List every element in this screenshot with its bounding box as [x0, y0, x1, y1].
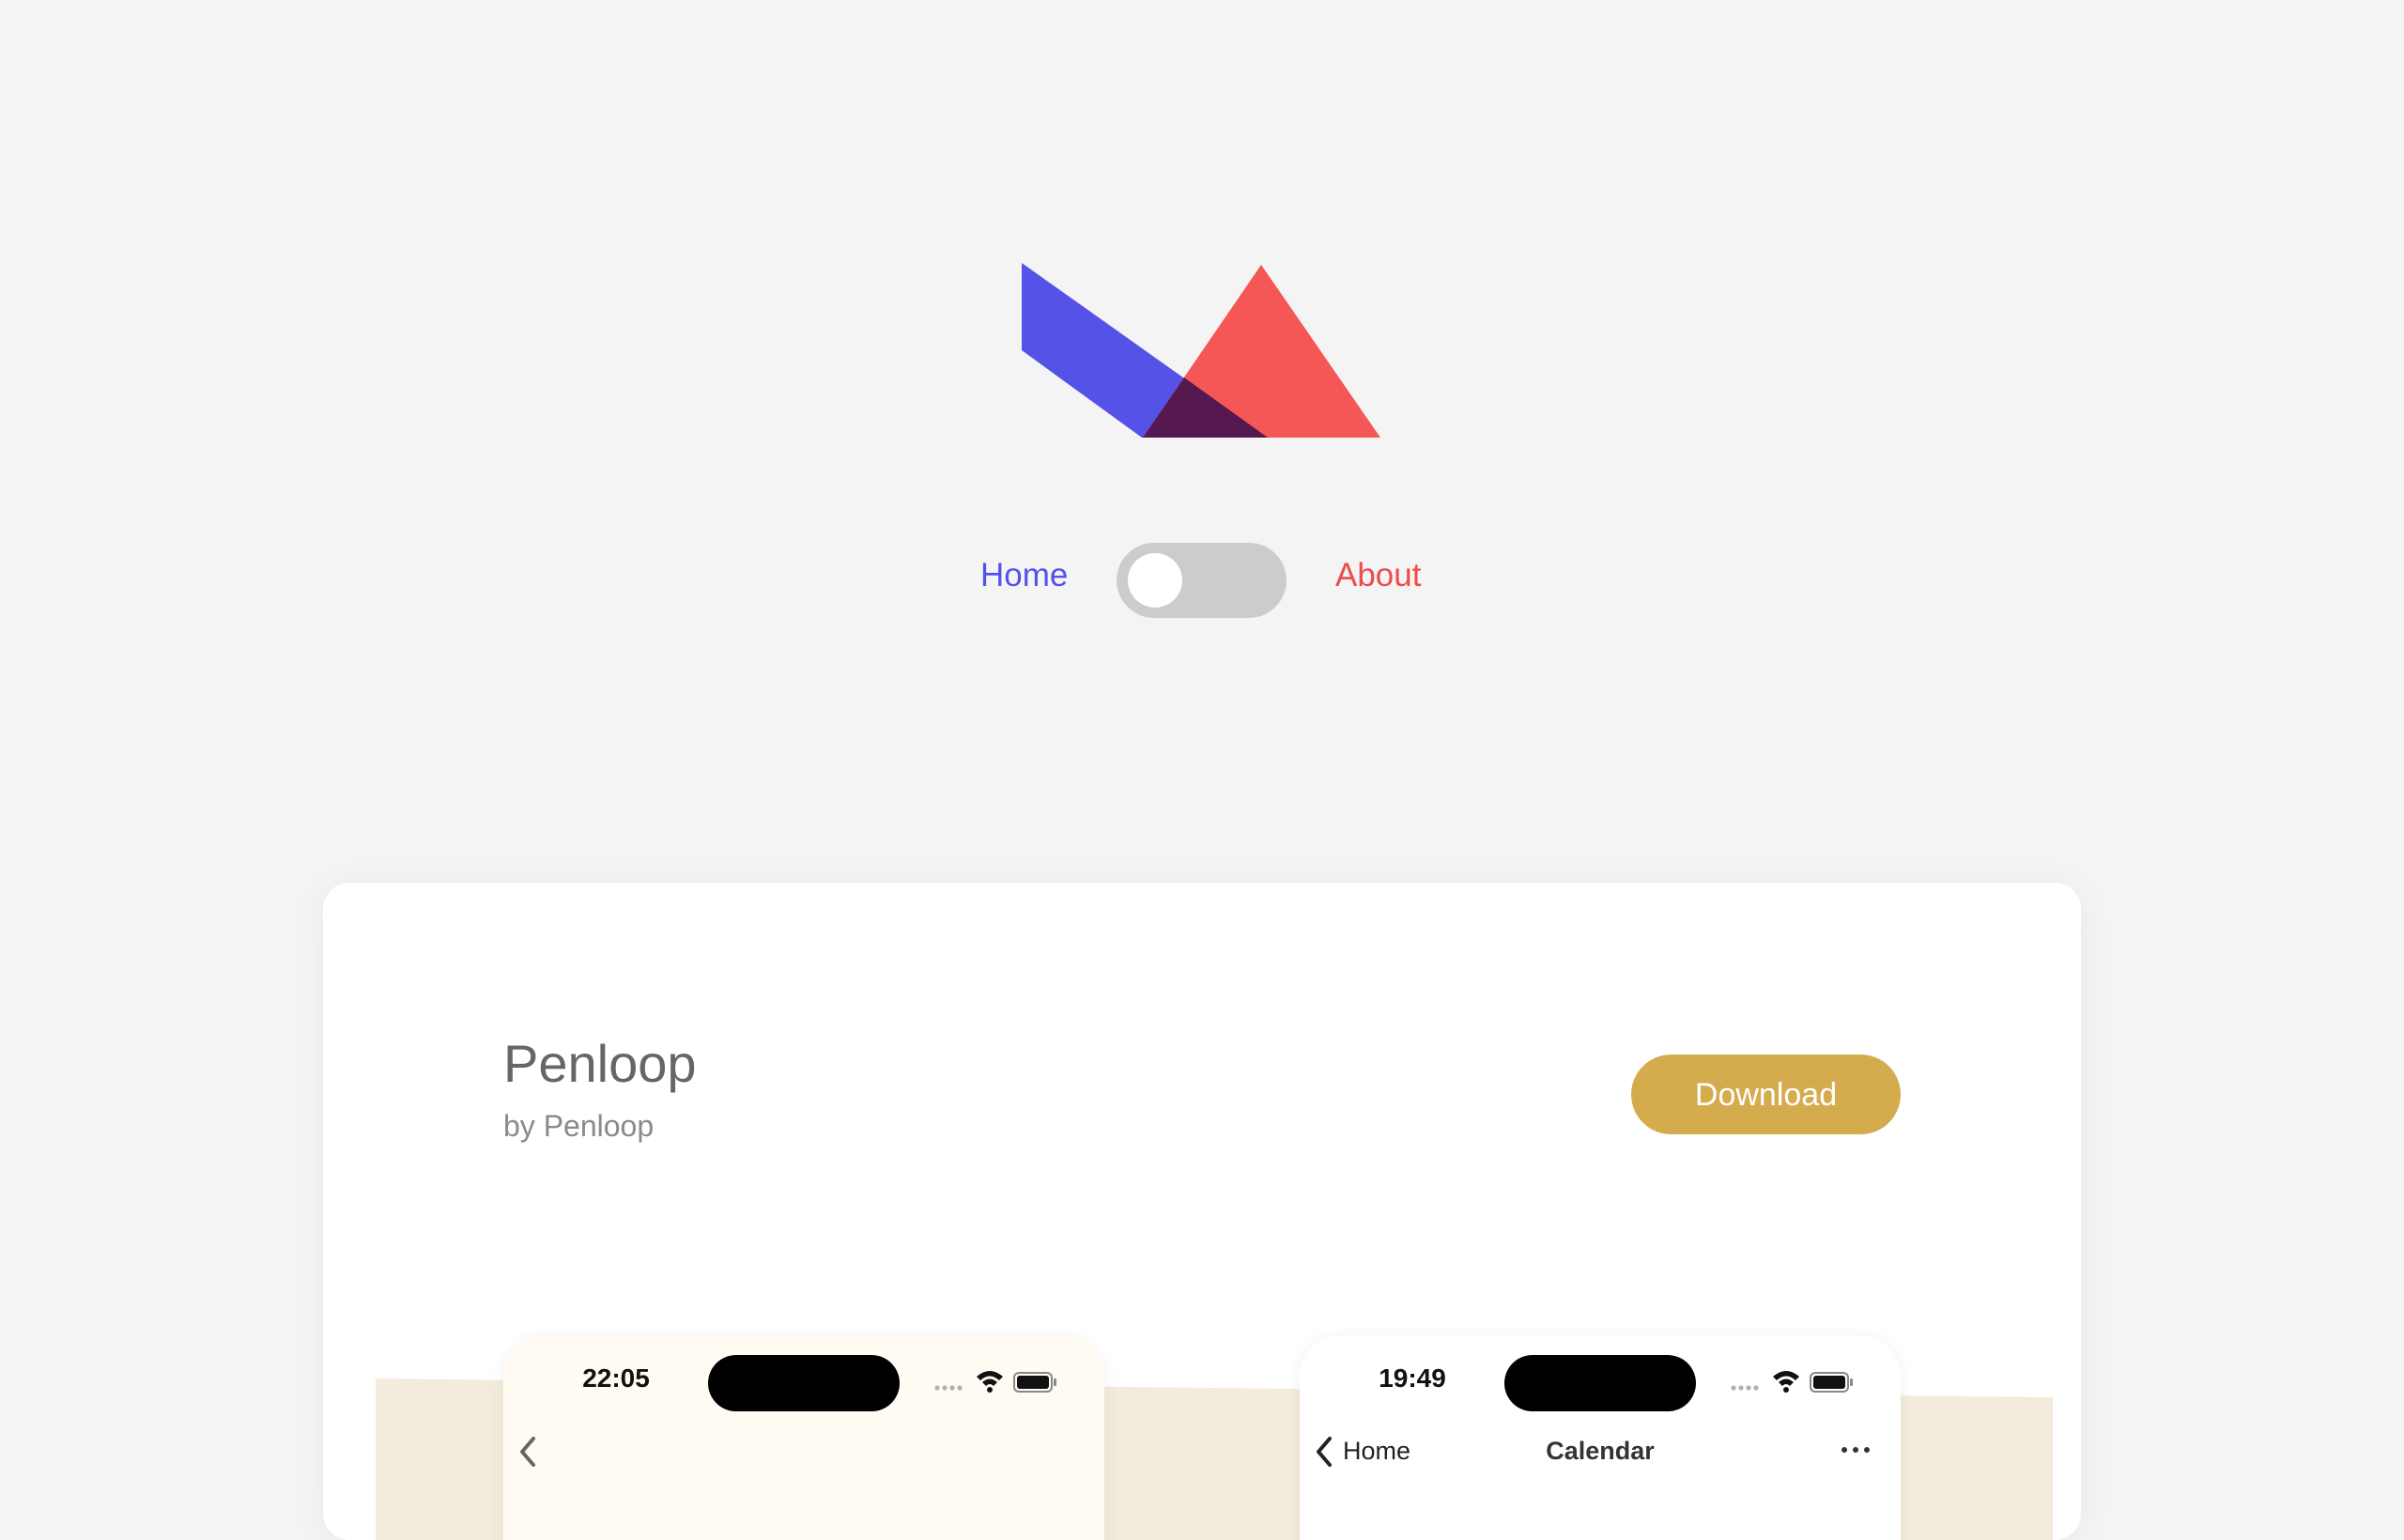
back-chevron-icon[interactable]	[1313, 1433, 1335, 1471]
app-card: Penloop by Penloop Download 22:05 19:49 …	[323, 883, 2081, 1540]
app-screenshot-1: 22:05	[503, 1335, 1104, 1540]
app-title: Penloop	[503, 1034, 697, 1093]
app-author: by Penloop	[503, 1109, 655, 1143]
status-icons	[1731, 1371, 1853, 1393]
status-icons	[934, 1371, 1056, 1393]
status-time: 19:49	[1379, 1363, 1446, 1393]
dynamic-island	[1504, 1355, 1696, 1411]
battery-icon	[1013, 1372, 1056, 1393]
nav-about-link[interactable]: About	[1335, 557, 1421, 594]
wifi-icon	[977, 1371, 1003, 1393]
signal-icon	[934, 1385, 963, 1391]
toggle-knob	[1128, 553, 1182, 608]
nav-home-link[interactable]: Home	[980, 557, 1068, 594]
top-nav: Home About	[0, 542, 2404, 618]
back-chevron-icon[interactable]	[516, 1433, 539, 1471]
dynamic-island	[708, 1355, 900, 1411]
battery-icon	[1810, 1372, 1853, 1393]
ellipsis-icon[interactable]	[1839, 1440, 1872, 1459]
app-screenshot-2: 19:49 Home Calendar	[1300, 1335, 1901, 1540]
status-time: 22:05	[582, 1363, 650, 1393]
signal-icon	[1731, 1385, 1759, 1391]
page-toggle-switch[interactable]	[1117, 543, 1287, 618]
screen-title: Calendar	[1546, 1437, 1655, 1465]
back-label[interactable]: Home	[1343, 1437, 1410, 1466]
penloop-logo	[1022, 263, 1380, 438]
download-button[interactable]: Download	[1631, 1055, 1901, 1134]
wifi-icon	[1773, 1371, 1799, 1393]
